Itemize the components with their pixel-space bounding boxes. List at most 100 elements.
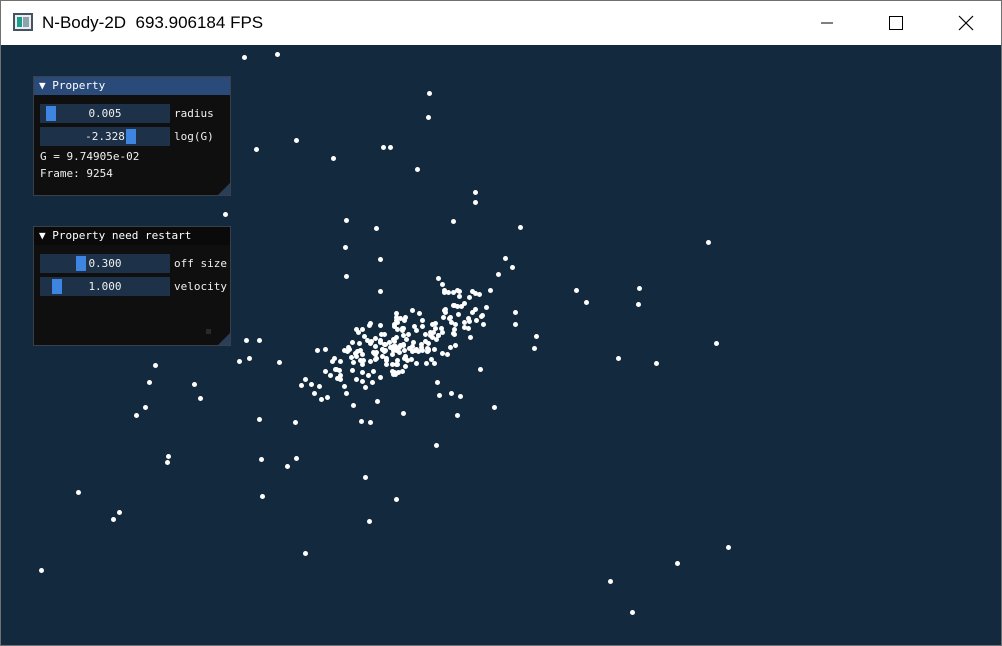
- particle: [425, 114, 431, 120]
- particle: [343, 273, 349, 279]
- particle: [293, 455, 299, 461]
- particle: [259, 493, 265, 499]
- particle: [369, 379, 375, 385]
- close-icon: [958, 15, 974, 31]
- particle: [477, 366, 483, 372]
- particle: [381, 348, 387, 354]
- particle: [133, 412, 139, 418]
- particle: [483, 304, 489, 310]
- particle: [343, 390, 349, 396]
- particle: [316, 383, 322, 389]
- particle: [401, 326, 407, 332]
- particle: [414, 166, 420, 172]
- particle: [284, 463, 290, 469]
- particle: [362, 474, 368, 480]
- particle: [432, 360, 438, 366]
- particle: [713, 340, 719, 346]
- particle: [298, 382, 304, 388]
- particle: [470, 309, 476, 315]
- particle: [292, 419, 298, 425]
- property-panel: ▼ Property 0.005 radius -2.328 log(G) G …: [33, 76, 231, 196]
- particle: [314, 347, 320, 353]
- logg-value: -2.328: [85, 130, 125, 143]
- particle: [222, 211, 228, 217]
- particle: [258, 456, 264, 462]
- particle: [302, 376, 308, 382]
- particle: [276, 359, 282, 365]
- particle: [308, 381, 314, 387]
- particle: [241, 54, 247, 60]
- particle: [293, 137, 299, 143]
- particle: [359, 369, 365, 375]
- radius-slider[interactable]: 0.005: [40, 104, 170, 123]
- offsize-slider-row: 0.300 off size: [40, 254, 236, 273]
- offsize-slider[interactable]: 0.300: [40, 254, 170, 273]
- velocity-label: velocity: [174, 280, 227, 293]
- particle: [466, 326, 472, 332]
- property-panel-header[interactable]: ▼ Property: [34, 77, 230, 95]
- title-bar[interactable]: N-Body-2D 693.906184 FPS: [1, 1, 1001, 45]
- frame-count-text: Frame: 9254: [40, 167, 113, 180]
- close-button[interactable]: [943, 1, 989, 45]
- particle: [440, 314, 446, 320]
- resize-grip[interactable]: [218, 333, 230, 345]
- minimize-button[interactable]: [804, 1, 850, 45]
- particle: [674, 560, 680, 566]
- maximize-button[interactable]: [873, 1, 919, 45]
- particle: [390, 368, 396, 374]
- particle: [377, 288, 383, 294]
- particle: [357, 348, 363, 354]
- particle: [379, 331, 385, 337]
- particle: [359, 362, 365, 368]
- app-icon: [13, 13, 33, 31]
- particle: [343, 217, 349, 223]
- particle: [488, 288, 494, 294]
- particle: [450, 218, 456, 224]
- particle: [653, 360, 659, 366]
- offsize-label: off size: [174, 257, 227, 270]
- velocity-value: 1.000: [88, 280, 122, 293]
- particle: [402, 363, 408, 369]
- particle: [434, 379, 440, 385]
- particle: [517, 224, 523, 230]
- particle: [573, 287, 579, 293]
- logg-slider[interactable]: -2.328: [40, 127, 170, 146]
- particle: [327, 372, 333, 378]
- particle: [434, 337, 440, 343]
- particle: [466, 295, 472, 301]
- particle: [367, 419, 373, 425]
- particle: [338, 358, 344, 364]
- particle: [439, 281, 445, 287]
- particle: [452, 343, 458, 349]
- particle: [253, 146, 259, 152]
- particle: [512, 309, 518, 315]
- particle: [531, 345, 537, 351]
- particle: [377, 256, 383, 262]
- particle: [324, 394, 330, 400]
- particle: [38, 567, 44, 573]
- particle: [435, 275, 441, 281]
- particle: [414, 327, 420, 333]
- logg-label: log(G): [174, 130, 214, 143]
- particle: [349, 339, 355, 345]
- particle: [725, 544, 731, 550]
- logg-slider-row: -2.328 log(G): [40, 127, 236, 146]
- particle: [358, 418, 364, 424]
- particle: [436, 333, 442, 339]
- particle: [419, 323, 425, 329]
- particle: [509, 264, 515, 270]
- particle: [607, 578, 613, 584]
- particle: [467, 335, 473, 341]
- restart-panel-header[interactable]: ▼ Property need restart: [34, 227, 230, 245]
- particle: [378, 322, 384, 328]
- particle: [636, 285, 642, 291]
- velocity-slider[interactable]: 1.000: [40, 277, 170, 296]
- particle: [456, 293, 462, 299]
- particle: [451, 331, 457, 337]
- particle: [495, 271, 501, 277]
- particle: [629, 609, 635, 615]
- particle: [615, 355, 621, 361]
- particle: [400, 410, 406, 416]
- minimize-icon: [821, 22, 833, 24]
- resize-grip[interactable]: [218, 183, 230, 195]
